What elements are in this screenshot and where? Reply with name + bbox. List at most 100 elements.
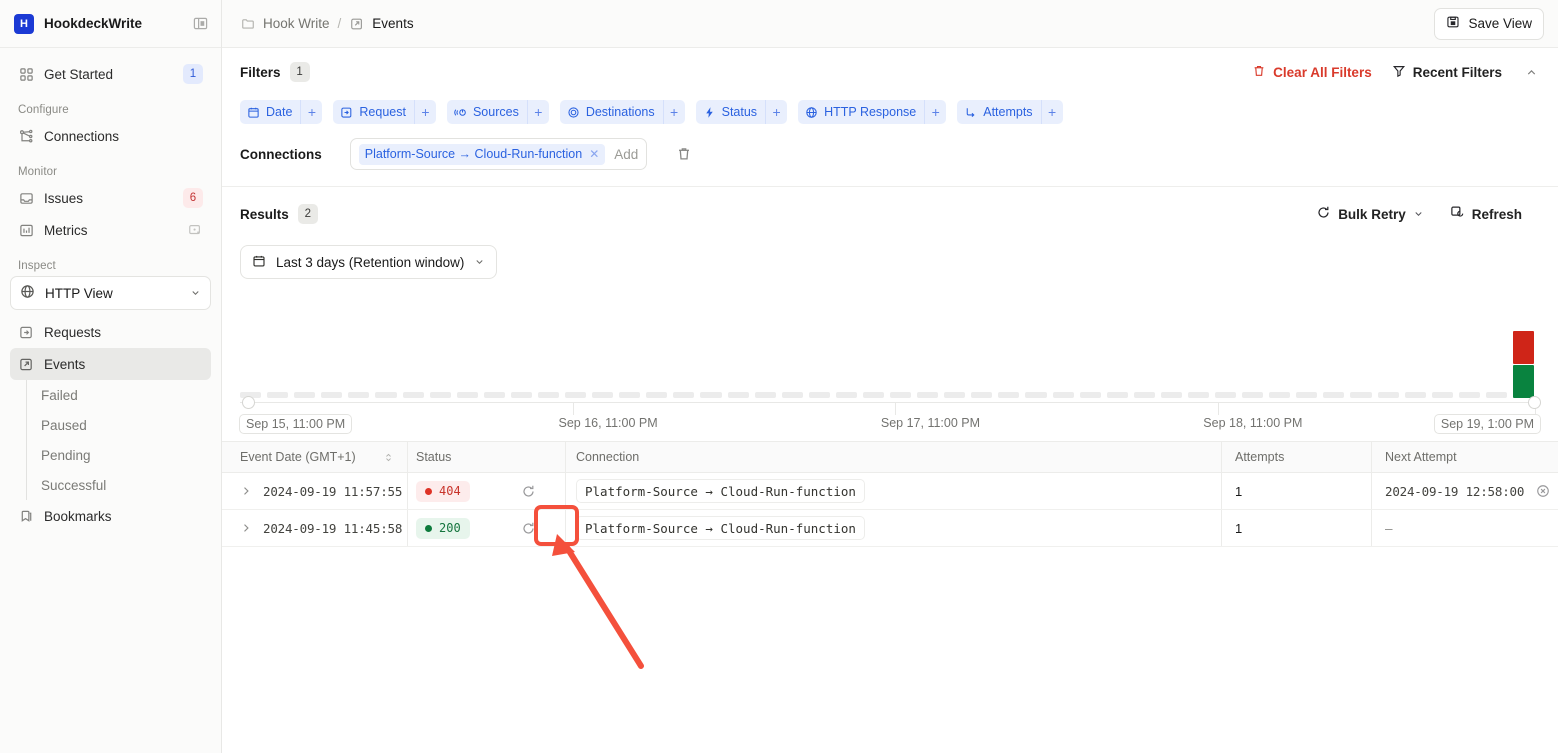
timeline-bar-empty <box>917 392 938 398</box>
view-select[interactable]: HTTP View <box>10 276 211 310</box>
sidebar-item-bookmarks[interactable]: Bookmarks <box>10 500 211 532</box>
retry-button-row-2[interactable] <box>521 521 536 536</box>
refresh-button[interactable]: Refresh <box>1450 205 1522 223</box>
timeline-range-handle-left[interactable] <box>242 396 255 409</box>
bulk-retry-button[interactable]: Bulk Retry <box>1316 205 1424 223</box>
timeline-bar-empty <box>1350 392 1371 398</box>
expand-row-icon[interactable] <box>240 485 253 497</box>
sidebar-item-pending[interactable]: Pending <box>27 440 211 470</box>
sort-icon[interactable] <box>383 452 394 463</box>
chevron-down-icon[interactable] <box>1413 207 1424 222</box>
remove-connection-token-icon[interactable]: ✕ <box>589 147 599 161</box>
sidebar-item-failed[interactable]: Failed <box>27 380 211 410</box>
cell-connection: Platform-Source → Cloud-Run-function <box>566 516 1221 540</box>
app-root: H HookdeckWrite Get Started <box>0 0 1558 753</box>
filter-chip-request[interactable]: Request + <box>333 100 436 124</box>
add-status-filter-icon[interactable]: + <box>765 100 787 124</box>
breadcrumb-project[interactable]: Hook Write <box>263 16 330 31</box>
timeline-bar-empty <box>538 392 559 398</box>
sidebar-item-issues[interactable]: Issues 6 <box>10 182 211 214</box>
sidebar-item-get-started[interactable]: Get Started 1 <box>10 58 211 90</box>
add-destinations-filter-icon[interactable]: + <box>663 100 685 124</box>
chevron-down-icon <box>474 255 485 270</box>
sidebar-item-metrics[interactable]: Metrics <box>10 214 211 246</box>
sidebar-section-inspect: Inspect <box>10 260 211 272</box>
timeline-bar-empty <box>511 392 532 398</box>
collapse-filters-icon[interactable] <box>1522 63 1540 81</box>
save-icon <box>1446 15 1460 32</box>
add-date-filter-icon[interactable]: + <box>300 100 322 124</box>
timeline-bar-empty <box>484 392 505 398</box>
filter-chip-sources[interactable]: Sources + <box>447 100 549 124</box>
add-request-filter-icon[interactable]: + <box>414 100 436 124</box>
status-badge: 200 <box>416 518 470 539</box>
cell-event-date: 2024-09-19 11:45:58 <box>222 521 407 536</box>
sidebar-item-connections[interactable]: Connections <box>10 120 211 152</box>
clear-all-filters-label: Clear All Filters <box>1273 65 1372 80</box>
sidebar-item-successful[interactable]: Successful <box>27 470 211 500</box>
column-header-event-date[interactable]: Event Date (GMT+1) <box>222 450 407 464</box>
sidebar-item-label: Get Started <box>44 67 173 82</box>
clear-all-filters-button[interactable]: Clear All Filters <box>1252 64 1372 81</box>
sidebar: H HookdeckWrite Get Started <box>0 0 222 753</box>
column-label: Event Date (GMT+1) <box>240 450 356 464</box>
get-started-badge: 1 <box>183 64 203 84</box>
add-http-response-filter-icon[interactable]: + <box>924 100 946 124</box>
table-row[interactable]: 2024-09-19 11:45:58 200 Pl <box>222 510 1558 547</box>
connections-filter-input[interactable]: Platform-Source → Cloud-Run-function ✕ A… <box>350 138 648 170</box>
timeline-bar-empty <box>1323 392 1344 398</box>
status-code: 200 <box>439 521 461 535</box>
calendar-icon <box>252 254 266 271</box>
event-date-value: 2024-09-19 11:45:58 <box>263 521 402 536</box>
sidebar-item-label: Pending <box>41 448 203 463</box>
cell-status: 200 <box>408 518 565 539</box>
recent-filters-button[interactable]: Recent Filters <box>1392 64 1502 81</box>
timeline-range-handle-right[interactable] <box>1528 396 1541 409</box>
cell-next-attempt: 2024-09-19 12:58:00 <box>1372 484 1558 499</box>
cancel-attempt-icon[interactable] <box>1536 484 1550 498</box>
table-row[interactable]: 2024-09-19 11:57:55 404 Pl <box>222 473 1558 510</box>
trash-icon <box>1252 64 1266 81</box>
add-attempts-filter-icon[interactable]: + <box>1041 100 1063 124</box>
retry-button-row-1[interactable] <box>521 484 536 499</box>
filter-chip-date[interactable]: Date + <box>240 100 322 124</box>
filter-chip-destinations[interactable]: Destinations + <box>560 100 685 124</box>
filter-chip-http-response[interactable]: HTTP Response + <box>798 100 946 124</box>
results-header: Results 2 Bulk Retry <box>222 187 1558 241</box>
filter-header-actions: Clear All Filters Recent Filters <box>1252 63 1540 81</box>
timeline-bar-empty <box>1432 392 1453 398</box>
connection-value[interactable]: Platform-Source → Cloud-Run-function <box>576 516 865 540</box>
timeline-bar-empty <box>1405 392 1426 398</box>
timeline-bar-failed[interactable] <box>1513 331 1534 364</box>
date-range-select[interactable]: Last 3 days (Retention window) <box>240 245 497 279</box>
sidebar-item-label: Requests <box>44 325 203 340</box>
connection-value[interactable]: Platform-Source → Cloud-Run-function <box>576 479 865 503</box>
sidebar-item-events[interactable]: Events <box>10 348 211 380</box>
sidebar-item-requests[interactable]: Requests <box>10 316 211 348</box>
save-view-button[interactable]: Save View <box>1434 8 1544 40</box>
timeline-bar-empty <box>1215 392 1236 398</box>
axis-tick <box>1218 402 1219 415</box>
filter-chip-status[interactable]: Status + <box>696 100 787 124</box>
timeline-bar-empty <box>836 392 857 398</box>
filter-chip-attempts[interactable]: Attempts + <box>957 100 1062 124</box>
filter-chip-label: Sources <box>473 105 519 119</box>
timeline-bar-empty <box>673 392 694 398</box>
add-sources-filter-icon[interactable]: + <box>527 100 549 124</box>
axis-tick-label: Sep 17, 11:00 PM <box>881 416 980 430</box>
chevron-down-icon <box>190 286 201 301</box>
connections-icon <box>18 128 34 144</box>
timeline-bar-successful[interactable] <box>1513 365 1534 398</box>
sidebar-item-paused[interactable]: Paused <box>27 410 211 440</box>
events-timeline-chart[interactable]: Sep 15, 11:00 PM Sep 16, 11:00 PM Sep 17… <box>240 293 1540 428</box>
delete-connections-filter-icon[interactable] <box>675 145 693 163</box>
timeline-bar-empty <box>1296 392 1317 398</box>
filter-bar: Filters 1 Clear All Filters <box>222 48 1558 187</box>
grid-icon <box>18 66 34 82</box>
collapse-sidebar-icon[interactable] <box>191 15 209 33</box>
connections-filter-row: Connections Platform-Source → Cloud-Run-… <box>240 138 1540 186</box>
timeline-bar-empty <box>998 392 1019 398</box>
expand-row-icon[interactable] <box>240 522 253 534</box>
connection-token: Platform-Source → Cloud-Run-function ✕ <box>359 144 606 165</box>
add-connection-button[interactable]: Add <box>614 147 638 162</box>
